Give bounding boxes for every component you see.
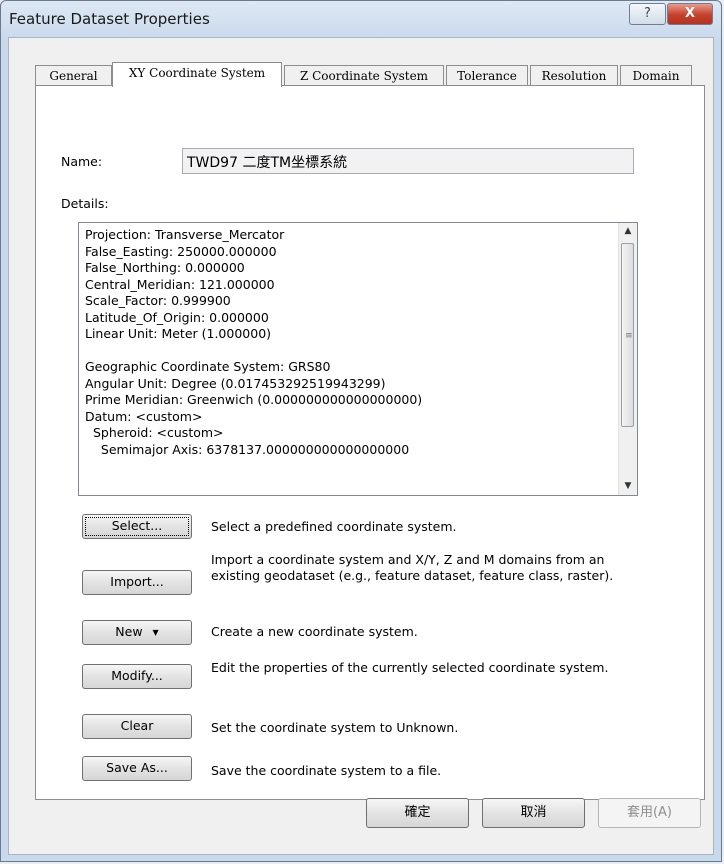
clear-description: Set the coordinate system to Unknown. — [211, 720, 459, 735]
dialog-window: Feature Dataset Properties ? X General X… — [0, 0, 722, 862]
tab-page-xy-coordinate-system: Name: TWD97 二度TM坐標系統 Details: Projection… — [35, 85, 705, 800]
modify-description: Edit the properties of the currently sel… — [211, 660, 609, 675]
scrollbar-thumb[interactable]: ≡ — [621, 243, 634, 427]
import-description: Import a coordinate system and X/Y, Z an… — [211, 552, 614, 583]
name-field[interactable]: TWD97 二度TM坐標系統 — [182, 148, 634, 174]
tab-z-coordinate-system[interactable]: Z Coordinate System — [284, 65, 444, 86]
save-as-description: Save the coordinate system to a file. — [211, 763, 442, 778]
tab-general[interactable]: General — [35, 65, 112, 86]
details-textbox[interactable]: Projection: Transverse_Mercator False_Ea… — [78, 222, 638, 496]
chevron-down-icon: ▼ — [152, 627, 159, 637]
modify-button[interactable]: Modify... — [82, 664, 192, 689]
new-button[interactable]: New ▼ — [82, 620, 192, 645]
tab-tolerance[interactable]: Tolerance — [446, 65, 528, 86]
tab-xy-coordinate-system[interactable]: XY Coordinate System — [112, 62, 282, 87]
scroll-down-arrow-icon[interactable]: ▼ — [619, 478, 637, 495]
import-button[interactable]: Import... — [82, 570, 192, 595]
new-button-label: New — [115, 624, 143, 639]
details-text: Projection: Transverse_Mercator False_Ea… — [85, 227, 423, 457]
dialog-client-area: General XY Coordinate System Z Coordinat… — [8, 37, 714, 855]
details-scrollbar[interactable]: ▲ ≡ ▼ — [618, 223, 637, 495]
tab-domain[interactable]: Domain — [620, 65, 692, 86]
scroll-up-arrow-icon[interactable]: ▲ — [619, 223, 637, 240]
help-button[interactable]: ? — [629, 3, 666, 25]
save-as-button[interactable]: Save As... — [82, 756, 192, 781]
new-description: Create a new coordinate system. — [211, 624, 418, 639]
window-title: Feature Dataset Properties — [9, 10, 210, 28]
cancel-button[interactable]: 取消 — [482, 798, 585, 828]
select-description: Select a predefined coordinate system. — [211, 519, 457, 534]
name-label: Name: — [61, 154, 103, 169]
tab-resolution[interactable]: Resolution — [530, 65, 618, 86]
ok-button[interactable]: 確定 — [366, 798, 469, 828]
scroll-grip-icon: ≡ — [625, 331, 633, 341]
clear-button[interactable]: Clear — [82, 714, 192, 739]
close-button[interactable]: X — [667, 3, 713, 25]
select-button[interactable]: Select... — [82, 514, 192, 539]
apply-button[interactable]: 套用(A) — [598, 798, 701, 828]
details-label: Details: — [61, 196, 109, 211]
title-bar: Feature Dataset Properties ? X — [1, 1, 721, 37]
